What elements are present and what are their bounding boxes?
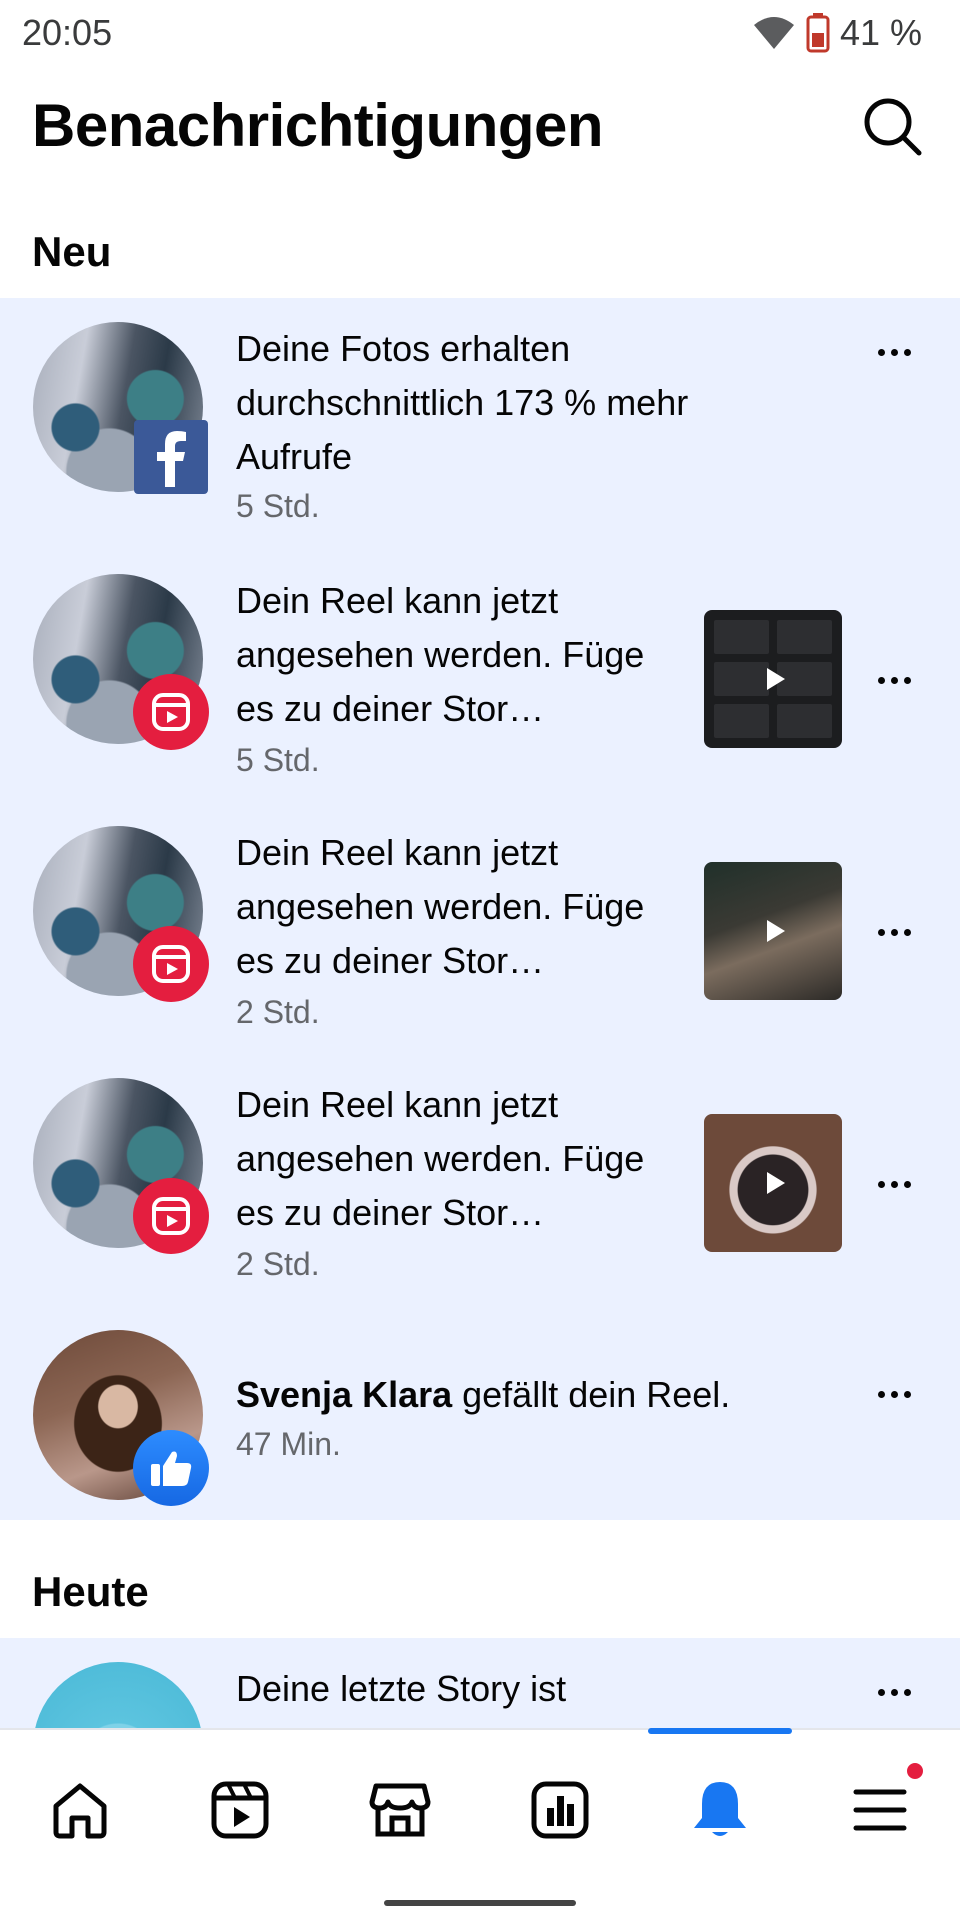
- notification-item[interactable]: Svenja Klara gefällt dein Reel. 47 Min.: [0, 1306, 960, 1520]
- notification-time: 5 Std.: [236, 488, 320, 524]
- like-icon: [133, 1430, 209, 1506]
- notification-item[interactable]: Deine Fotos erhalten durchschnittlich 17…: [0, 298, 960, 548]
- search-icon: [864, 98, 922, 156]
- nav-dashboard[interactable]: [520, 1770, 600, 1850]
- home-icon: [53, 1783, 107, 1839]
- more-options-button[interactable]: [864, 1672, 924, 1712]
- notification-time: 2 Std.: [236, 994, 320, 1030]
- more-options-button[interactable]: [864, 1374, 924, 1414]
- bottom-navigation: [0, 1728, 960, 1920]
- reels-icon: [133, 926, 209, 1002]
- more-options-button[interactable]: [864, 1164, 924, 1204]
- notifications-bell-icon: [694, 1782, 746, 1836]
- notification-time: 5 Std.: [236, 742, 320, 778]
- header: Benachrichtigungen: [32, 84, 928, 168]
- notification-text: Dein Reel kann jetzt angesehen werden. F…: [236, 832, 645, 981]
- wifi-icon: [753, 17, 794, 49]
- notification-time: 47 Min.: [236, 1426, 341, 1462]
- battery-icon: [806, 13, 830, 53]
- gesture-home-indicator[interactable]: [384, 1900, 576, 1906]
- status-bar: 20:05 41 %: [0, 0, 960, 64]
- actor-name[interactable]: Svenja Klara: [236, 1374, 452, 1415]
- reels-icon: [133, 674, 209, 750]
- notification-item[interactable]: Dein Reel kann jetzt angesehen werden. F…: [0, 802, 960, 1054]
- notifications-screen: 20:05 41 % Benachrichtigungen Neu Deine …: [0, 0, 960, 1920]
- notification-item[interactable]: Deine letzte Story ist abgelaufen.: [0, 1638, 960, 1730]
- more-options-button[interactable]: [864, 660, 924, 700]
- play-icon: [767, 668, 785, 690]
- notification-text: Dein Reel kann jetzt angesehen werden. F…: [236, 580, 645, 729]
- play-icon: [767, 920, 785, 942]
- notification-text: Svenja Klara gefällt dein Reel.: [236, 1374, 731, 1415]
- nav-home[interactable]: [40, 1770, 120, 1850]
- notification-text: Deine Fotos erhalten durchschnittlich 17…: [236, 328, 689, 477]
- nav-notifications[interactable]: [680, 1770, 760, 1850]
- status-time: 20:05: [22, 12, 113, 53]
- reel-thumbnail[interactable]: [704, 862, 842, 1000]
- notification-item[interactable]: Dein Reel kann jetzt angesehen werden. F…: [0, 1054, 960, 1306]
- nav-marketplace[interactable]: [360, 1770, 440, 1850]
- reel-thumbnail[interactable]: [704, 1114, 842, 1252]
- active-tab-indicator: [648, 1728, 792, 1734]
- dashboard-icon: [531, 1781, 589, 1839]
- notification-text: Dein Reel kann jetzt angesehen werden. F…: [236, 1084, 645, 1233]
- menu-icon: [853, 1789, 907, 1831]
- notification-text: Deine letzte Story ist abgelaufen.: [236, 1668, 567, 1730]
- section-header-today: Heute: [32, 1568, 149, 1615]
- nav-menu[interactable]: [840, 1760, 926, 1850]
- reels-icon: [133, 1178, 209, 1254]
- battery-percentage: 41 %: [839, 12, 922, 53]
- search-button[interactable]: [858, 92, 928, 162]
- facebook-icon: [134, 420, 208, 494]
- notification-time: 2 Std.: [236, 1246, 320, 1282]
- page-title: Benachrichtigungen: [32, 92, 604, 159]
- more-options-button[interactable]: [864, 332, 924, 372]
- reel-thumbnail[interactable]: [704, 610, 842, 748]
- avatar: [33, 1662, 203, 1730]
- nav-reels[interactable]: [200, 1770, 280, 1850]
- marketplace-icon: [369, 1783, 431, 1837]
- section-header-new: Neu: [32, 228, 112, 275]
- play-icon: [767, 1172, 785, 1194]
- notification-dot: [904, 1760, 926, 1782]
- notification-item[interactable]: Dein Reel kann jetzt angesehen werden. F…: [0, 550, 960, 802]
- more-options-button[interactable]: [864, 912, 924, 952]
- reels-icon: [211, 1781, 269, 1839]
